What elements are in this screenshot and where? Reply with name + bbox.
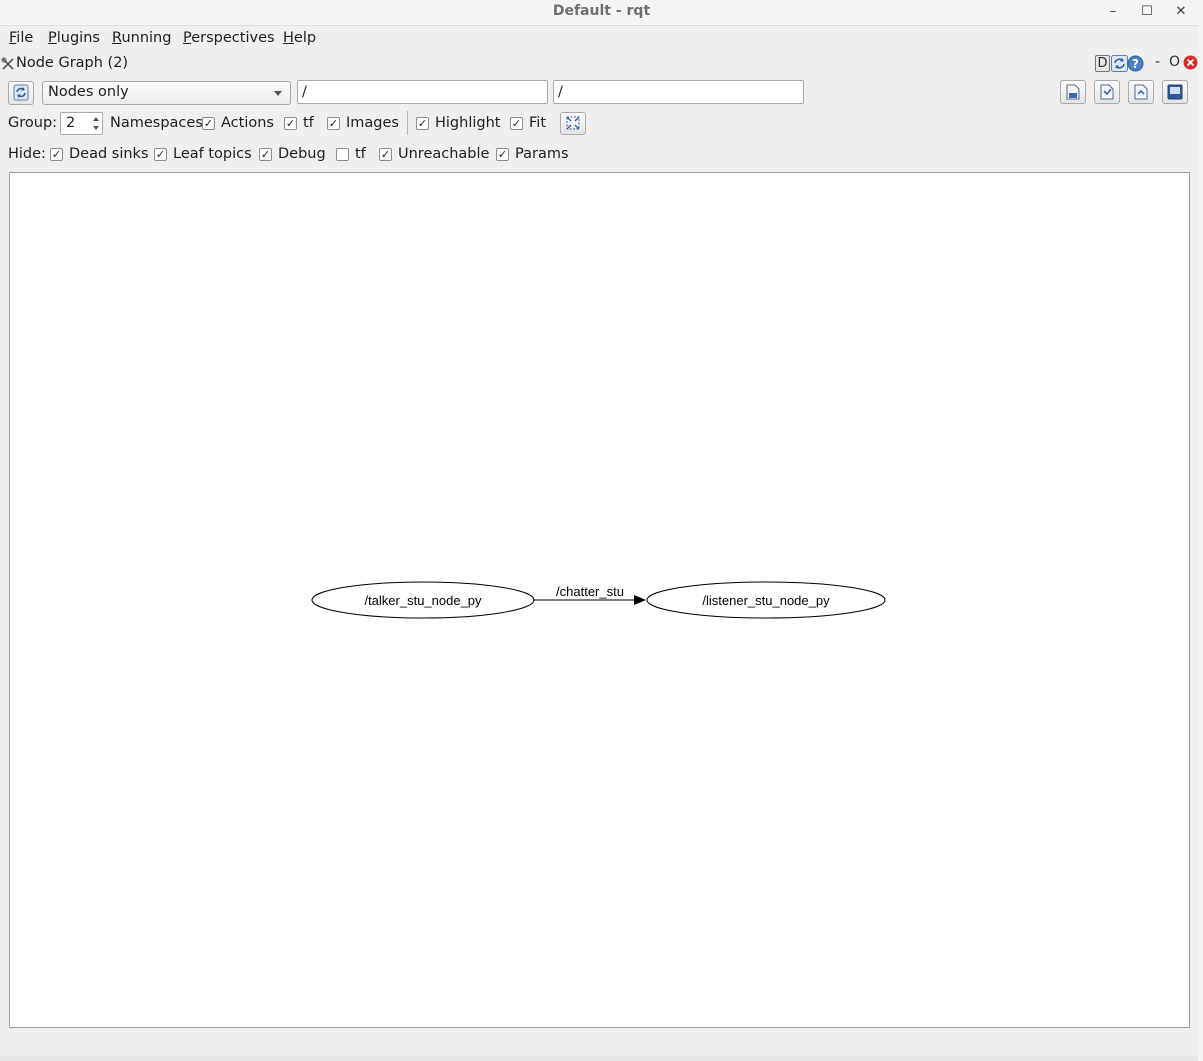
actions-label: Actions: [221, 115, 274, 131]
window-title: Default - rqt: [552, 3, 651, 19]
leaf-topics-label: Leaf topics: [173, 146, 252, 162]
graph-type-value: Nodes only: [48, 84, 129, 100]
dead-sinks-label: Dead sinks: [69, 146, 149, 162]
unreachable-label: Unreachable: [398, 146, 490, 162]
namespaces-label: Namespaces: [110, 115, 203, 131]
fit-label: Fit: [529, 115, 546, 131]
images-label: Images: [346, 115, 399, 131]
save-dot-button[interactable]: [1094, 80, 1120, 104]
graph-edge-label: /chatter_stu: [556, 584, 624, 599]
graph-node-label: /talker_stu_node_py: [364, 593, 482, 608]
spin-down-icon[interactable]: [93, 126, 99, 130]
load-dot-button[interactable]: [1060, 80, 1086, 104]
minimize-plugin-button[interactable]: -: [1155, 54, 1160, 70]
menu-help[interactable]: Help: [283, 30, 316, 46]
status-bar: [0, 1056, 1203, 1061]
dock-button[interactable]: D: [1095, 55, 1110, 72]
tf-group-checkbox[interactable]: ✓: [284, 117, 297, 130]
graph-type-select[interactable]: Nodes only: [42, 81, 291, 105]
tf-group-label: tf: [303, 115, 314, 131]
menu-perspectives[interactable]: Perspectives: [183, 30, 275, 46]
window-titlebar: Default - rqt – ☐ ✕: [0, 0, 1203, 26]
params-checkbox[interactable]: ✓: [496, 148, 509, 161]
plugin-titlebar: Node Graph (2) D ? - O: [0, 54, 1203, 74]
group-spinbox[interactable]: 2: [60, 112, 103, 135]
dead-sinks-checkbox[interactable]: ✓: [50, 148, 63, 161]
images-checkbox[interactable]: ✓: [327, 117, 340, 130]
topic-filter-field[interactable]: [553, 80, 804, 104]
graph-node-talker[interactable]: /talker_stu_node_py: [311, 581, 535, 619]
svg-text:?: ?: [1132, 57, 1139, 71]
float-plugin-button[interactable]: O: [1169, 54, 1180, 70]
image-icon: [1167, 84, 1183, 100]
unreachable-checkbox[interactable]: ✓: [379, 148, 392, 161]
leaf-topics-checkbox[interactable]: ✓: [154, 148, 167, 161]
refresh-icon: [13, 84, 29, 101]
debug-label: Debug: [278, 146, 326, 162]
graph-edge-chatter[interactable]: /chatter_stu: [534, 584, 646, 605]
tf-hide-label: tf: [355, 146, 366, 162]
fit-view-icon: [566, 116, 580, 130]
fit-in-view-button[interactable]: [560, 112, 586, 135]
highlight-label: Highlight: [435, 115, 501, 131]
save-svg-icon: [1134, 84, 1148, 100]
reload-plugin-icon[interactable]: [1111, 55, 1128, 72]
refresh-graph-button[interactable]: [8, 81, 34, 105]
actions-checkbox[interactable]: ✓: [202, 117, 215, 130]
graph-node-listener[interactable]: /listener_stu_node_py: [646, 581, 886, 619]
topic-filter-input[interactable]: [554, 81, 803, 103]
minimize-icon[interactable]: –: [1100, 1, 1126, 23]
menu-plugins[interactable]: Plugins: [48, 30, 100, 46]
toolbar-separator: [407, 111, 408, 135]
node-filter-input[interactable]: [298, 81, 547, 103]
chevron-down-icon: [274, 91, 282, 96]
hide-label: Hide:: [8, 146, 46, 162]
graph-canvas[interactable]: /talker_stu_node_py /chatter_stu /listen…: [9, 172, 1190, 1028]
group-value: 2: [66, 115, 76, 131]
menubar: File Plugins Running Perspectives Help: [0, 27, 1203, 51]
debug-checkbox[interactable]: ✓: [259, 148, 272, 161]
highlight-checkbox[interactable]: ✓: [416, 117, 429, 130]
save-dot-icon: [1100, 84, 1114, 100]
graph-svg[interactable]: /talker_stu_node_py /chatter_stu /listen…: [10, 173, 1189, 1027]
maximize-icon[interactable]: ☐: [1134, 1, 1160, 23]
help-icon[interactable]: ?: [1127, 55, 1144, 72]
group-label: Group:: [8, 115, 58, 131]
tf-hide-checkbox[interactable]: [336, 148, 349, 161]
spin-up-icon[interactable]: [93, 117, 99, 121]
plugin-title: Node Graph (2): [16, 55, 129, 71]
menu-running[interactable]: Running: [112, 30, 171, 46]
node-filter-field[interactable]: [297, 80, 548, 104]
graph-node-label: /listener_stu_node_py: [702, 593, 830, 608]
plugin-tools-icon: [1, 57, 14, 70]
save-svg-button[interactable]: [1128, 80, 1154, 104]
close-plugin-icon[interactable]: [1183, 55, 1198, 70]
menu-file[interactable]: File: [9, 30, 33, 46]
open-file-icon: [1066, 84, 1080, 100]
window-right-edge: [1198, 0, 1203, 1061]
params-label: Params: [515, 146, 569, 162]
save-image-button[interactable]: [1162, 80, 1188, 104]
close-icon[interactable]: ✕: [1168, 1, 1194, 23]
fit-checkbox[interactable]: ✓: [510, 117, 523, 130]
